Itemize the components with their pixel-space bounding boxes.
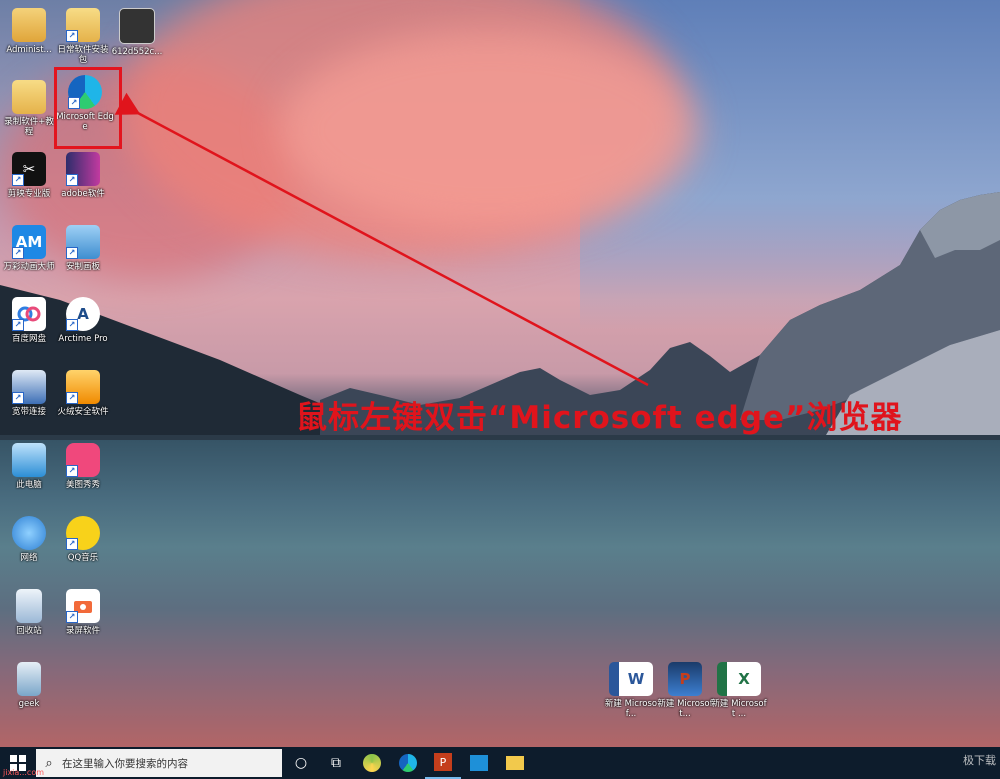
edge-icon [399, 754, 417, 772]
site-tag: jixia...com [3, 768, 45, 777]
app-icon [470, 755, 488, 771]
desktop-wallpaper: Administ... ↗ 日常软件安装包 612d552c... 录制软件+教… [0, 0, 1000, 747]
taskbar-app-blue[interactable] [461, 747, 497, 779]
taskbar-powerpoint[interactable]: P [425, 747, 461, 779]
taskbar-app-green[interactable] [354, 747, 390, 779]
taskbar-search-box[interactable]: ⌕ 在这里输入你要搜索的内容 [36, 749, 282, 777]
instruction-annotation: 鼠标左键双击“Microsoft edge”浏览器 [296, 400, 903, 436]
cortana-icon: ○ [294, 755, 308, 771]
search-placeholder: 在这里输入你要搜索的内容 [62, 757, 188, 770]
app-icon [363, 754, 381, 772]
taskbar-file-explorer[interactable] [497, 747, 533, 779]
cortana-button[interactable]: ○ [283, 747, 319, 779]
site-watermark: 极下载 [963, 754, 996, 767]
taskbar-edge[interactable] [390, 747, 426, 779]
powerpoint-icon: P [434, 753, 452, 771]
task-view-button[interactable]: ⧉ [318, 747, 354, 779]
task-view-icon: ⧉ [331, 755, 341, 771]
annotation-arrow [114, 92, 649, 387]
folder-icon [506, 756, 524, 770]
taskbar: ⌕ 在这里输入你要搜索的内容 ○ ⧉ P 极下载 [0, 747, 1000, 779]
